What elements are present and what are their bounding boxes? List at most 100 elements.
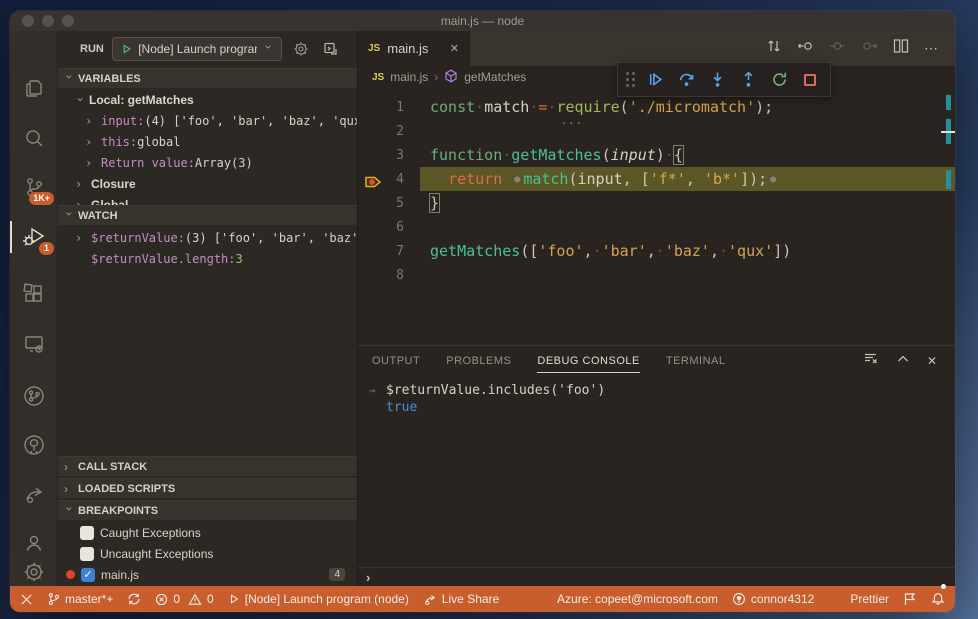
step-into-button[interactable] [706, 69, 728, 91]
variable-row[interactable]: › this: global [58, 131, 357, 152]
feedback-icon[interactable] [903, 586, 917, 612]
chevron-right-icon: › [64, 459, 68, 474]
breakpoint-row[interactable]: ✓ main.js 4 [58, 564, 357, 585]
source-control-badge: 1K+ [29, 192, 54, 205]
line-number[interactable]: 8 [358, 268, 420, 283]
watch-section-header[interactable]: › WATCH [58, 205, 357, 225]
code-token: · [631, 170, 641, 188]
open-changes-icon[interactable] [766, 38, 782, 59]
loaded-scripts-section-header[interactable]: › LOADED SCRIPTS [58, 478, 357, 498]
code-line[interactable]: 1const·match·=·require('./micromatch'); [358, 95, 955, 119]
configure-gear-icon[interactable] [290, 38, 312, 60]
azure-label: Azure: copeet@microsoft.com [557, 592, 718, 606]
code-text: const·match·=·require('./micromatch'); [420, 98, 773, 116]
sync-icon[interactable] [127, 586, 141, 612]
watch-row[interactable]: $returnValue.length: 3 [58, 248, 357, 269]
code-token: , [622, 170, 632, 188]
code-line[interactable]: 5} [358, 191, 955, 215]
code-line[interactable]: 3 function·getMatches(input)·{ [358, 143, 955, 167]
tab-main-js[interactable]: JS main.js ✕ [358, 31, 470, 66]
console-line: true [358, 399, 955, 416]
breakpoint-checkbox[interactable] [80, 546, 94, 561]
notifications-bell-icon[interactable] [931, 584, 946, 612]
code-token: ● [770, 174, 777, 185]
prettier-status[interactable]: Prettier [850, 586, 889, 612]
close-panel-icon[interactable]: ✕ [927, 354, 937, 368]
pull-requests-icon[interactable] [10, 376, 58, 416]
restart-button[interactable] [768, 69, 790, 91]
extensions-icon[interactable] [10, 274, 58, 314]
chevron-right-icon: › [85, 113, 93, 128]
panel-tab-output[interactable]: OUTPUT [372, 349, 420, 373]
line-number[interactable]: 2 [358, 124, 420, 139]
panel-tab-terminal[interactable]: TERMINAL [666, 349, 726, 373]
code-line[interactable]: 7 getMatches(['foo',·'bar',·'baz',·'qux']… [358, 239, 955, 263]
toolbar-drag-grip[interactable] [626, 72, 635, 87]
code-token: ● [514, 174, 521, 185]
line-number[interactable]: 5 [358, 196, 420, 211]
code-line[interactable]: 8 [358, 263, 955, 287]
live-share-status[interactable]: Live Share [423, 586, 499, 612]
manage-gear-icon[interactable] [10, 552, 58, 592]
line-number[interactable]: 7 [358, 244, 420, 259]
panel-tab-debug-console[interactable]: DEBUG CONSOLE [537, 349, 640, 373]
next-change-icon[interactable] [861, 38, 878, 59]
clear-console-icon[interactable] [863, 351, 879, 372]
search-icon[interactable] [10, 118, 58, 158]
breakpoint-checkbox[interactable]: ✓ [81, 567, 95, 582]
variables-section-header[interactable]: › VARIABLES [58, 68, 357, 88]
call-stack-section-header[interactable]: › CALL STACK [58, 456, 357, 476]
panel-tab-problems[interactable]: PROBLEMS [446, 349, 511, 373]
launch-config-dropdown[interactable]: [Node] Launch program › [111, 37, 282, 61]
breakpoints-section-header[interactable]: › BREAKPOINTS [58, 500, 357, 520]
problems-status[interactable]: 0 0 [155, 586, 214, 612]
scope-row[interactable]: › Closure [58, 173, 357, 194]
explorer-icon[interactable] [10, 68, 58, 108]
code-text: } [420, 194, 439, 212]
more-actions-icon[interactable]: ⋯ [924, 40, 939, 57]
step-out-button[interactable] [737, 69, 759, 91]
variable-row[interactable]: › Return value: Array(3) [58, 152, 357, 173]
breakpoint-row[interactable]: Caught Exceptions [58, 522, 357, 543]
line-number[interactable]: 3 [358, 148, 420, 163]
scope-label: Local: getMatches [89, 92, 194, 107]
code-token: match [523, 170, 569, 188]
scope-row[interactable]: › Local: getMatches [58, 89, 357, 110]
breakpoint-row[interactable]: Uncaught Exceptions [58, 543, 357, 564]
line-number[interactable]: 6 [358, 220, 420, 235]
debug-console-input[interactable]: › [358, 567, 955, 586]
run-and-debug-icon[interactable]: 1 [10, 217, 58, 257]
collapse-panel-icon[interactable] [896, 352, 910, 371]
code-token: ) [755, 98, 765, 116]
watch-row[interactable]: › $returnValue: (3) ['foo', 'bar', 'baz'] [58, 227, 357, 248]
code-line[interactable]: 4 ··return· ● match(input,·['f*',·'b*']); ● [358, 167, 955, 191]
live-share-icon[interactable] [10, 474, 58, 514]
breadcrumb-symbol[interactable]: getMatches [464, 70, 526, 84]
code-token: return [448, 170, 503, 188]
step-over-button[interactable] [675, 69, 697, 91]
remote-explorer-icon[interactable] [10, 324, 58, 364]
js-file-icon: JS [368, 43, 381, 54]
status-bar: master*+ 0 0 [Node] Launch program (node… [10, 584, 955, 612]
console-line-text: $returnValue.includes('foo') [386, 383, 606, 398]
previous-change-icon[interactable] [797, 38, 814, 59]
code-token: function [430, 146, 503, 164]
stop-button[interactable] [799, 69, 821, 91]
github-account-status[interactable]: connor4312 [732, 586, 814, 612]
line-number[interactable]: 1 [358, 100, 420, 115]
variable-row[interactable]: › input: (4) ['foo', 'bar', 'baz', 'qux'] [58, 110, 357, 131]
code-editor[interactable]: 1const·match·=·require('./micromatch');2… [358, 95, 955, 287]
azure-account-status[interactable]: Azure: copeet@microsoft.com [557, 586, 718, 612]
breadcrumb-file[interactable]: main.js [390, 70, 428, 84]
close-tab-icon[interactable]: ✕ [450, 42, 459, 55]
code-line[interactable]: 6 [358, 215, 955, 239]
github-icon[interactable] [10, 425, 58, 465]
debug-target-status[interactable]: [Node] Launch program (node) [228, 586, 409, 612]
current-change-icon [829, 38, 846, 59]
split-editor-icon[interactable] [893, 38, 909, 59]
continue-button[interactable] [644, 69, 666, 91]
open-debug-console-icon[interactable] [320, 38, 342, 60]
code-line[interactable]: 2 [358, 119, 955, 143]
breakpoint-checkbox[interactable] [80, 525, 94, 540]
source-control-icon[interactable]: 1K+ [10, 167, 58, 207]
